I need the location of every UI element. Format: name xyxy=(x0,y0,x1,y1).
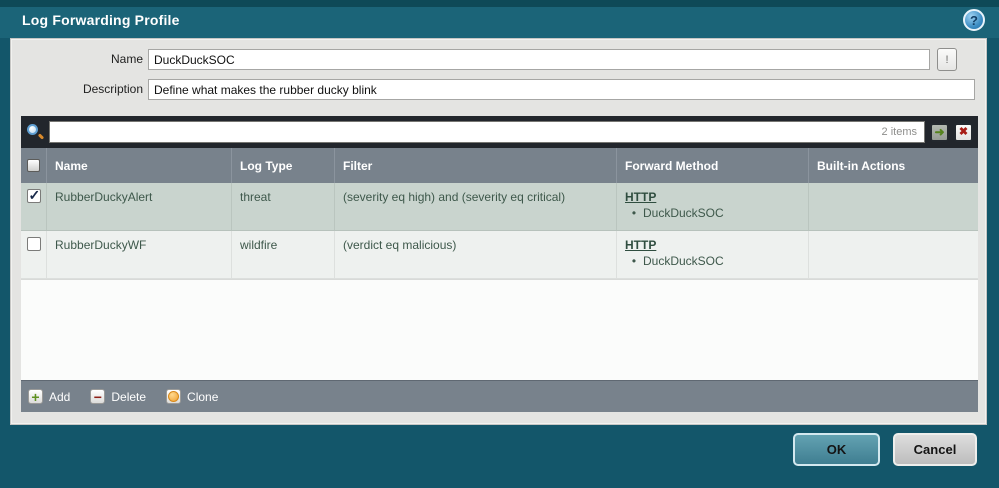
forward-method-item: • DuckDuckSOC xyxy=(625,254,804,268)
filter-bar: 2 items ➜ ✖ xyxy=(21,116,978,148)
add-button[interactable]: + Add xyxy=(28,389,70,404)
select-all-checkbox-cell[interactable] xyxy=(21,148,46,183)
cell-forward-method: HTTP • DuckDuckSOC xyxy=(616,231,808,278)
clone-icon xyxy=(166,389,182,404)
clone-button[interactable]: Clone xyxy=(166,389,218,404)
http-profile-link[interactable]: HTTP xyxy=(625,190,656,204)
cell-filter: (severity eq high) and (severity eq crit… xyxy=(334,183,616,230)
log-forwarding-profile-dialog: Log Forwarding Profile ? Name ! Descript… xyxy=(0,0,999,488)
apply-filter-button[interactable]: ➜ xyxy=(930,122,949,142)
forward-method-item: • DuckDuckSOC xyxy=(625,206,804,220)
delete-button[interactable]: − Delete xyxy=(90,389,146,404)
ok-button[interactable]: OK xyxy=(793,433,880,466)
cell-log-type: threat xyxy=(231,183,334,230)
dialog-body: Name ! Description 2 items ➜ ✖ xyxy=(10,38,987,425)
search-box: 2 items xyxy=(49,121,925,143)
cell-filter: (verdict eq malicious) xyxy=(334,231,616,278)
bullet-icon: • xyxy=(631,206,637,220)
description-label: Description xyxy=(82,82,143,96)
row-checkbox[interactable] xyxy=(26,187,41,204)
search-input[interactable] xyxy=(50,122,882,142)
column-header-log-type[interactable]: Log Type xyxy=(231,148,334,183)
name-label: Name xyxy=(110,52,143,66)
match-list-table: 2 items ➜ ✖ Name Log Type Filter Forward… xyxy=(21,116,978,412)
column-header-name[interactable]: Name xyxy=(46,148,231,183)
description-input[interactable] xyxy=(148,79,975,100)
clear-filter-button[interactable]: ✖ xyxy=(954,122,973,142)
table-empty-area xyxy=(21,279,978,380)
row-checkbox[interactable] xyxy=(26,237,41,251)
column-header-forward-method[interactable]: Forward Method xyxy=(616,148,808,183)
cell-name: RubberDuckyAlert xyxy=(46,183,231,230)
items-count: 2 items xyxy=(881,126,917,138)
dialog-title: Log Forwarding Profile xyxy=(22,12,180,28)
cell-forward-method: HTTP • DuckDuckSOC xyxy=(616,183,808,230)
column-header-built-in-actions[interactable]: Built-in Actions xyxy=(808,148,978,183)
table-toolbar: + Add − Delete Clone xyxy=(21,380,978,412)
table-header: Name Log Type Filter Forward Method Buil… xyxy=(21,148,978,183)
search-icon xyxy=(26,123,45,141)
table-row[interactable]: RubberDuckyAlert threat (severity eq hig… xyxy=(21,183,978,231)
bullet-icon: • xyxy=(631,254,637,268)
cell-built-in-actions xyxy=(808,231,978,278)
field-hint-icon[interactable]: ! xyxy=(937,48,957,71)
select-all-checkbox[interactable] xyxy=(27,159,40,172)
delete-icon: − xyxy=(90,389,106,404)
add-icon: + xyxy=(28,389,43,404)
cell-log-type: wildfire xyxy=(231,231,334,278)
cell-name: RubberDuckyWF xyxy=(46,231,231,278)
http-profile-link[interactable]: HTTP xyxy=(625,238,656,252)
help-icon[interactable]: ? xyxy=(963,9,985,31)
cancel-button[interactable]: Cancel xyxy=(893,433,977,466)
column-header-filter[interactable]: Filter xyxy=(334,148,616,183)
cell-built-in-actions xyxy=(808,183,978,230)
dialog-titlebar: Log Forwarding Profile ? xyxy=(0,7,999,38)
table-row[interactable]: RubberDuckyWF wildfire (verdict eq malic… xyxy=(21,231,978,279)
window-top-strip xyxy=(0,0,999,7)
name-input[interactable] xyxy=(148,49,930,70)
